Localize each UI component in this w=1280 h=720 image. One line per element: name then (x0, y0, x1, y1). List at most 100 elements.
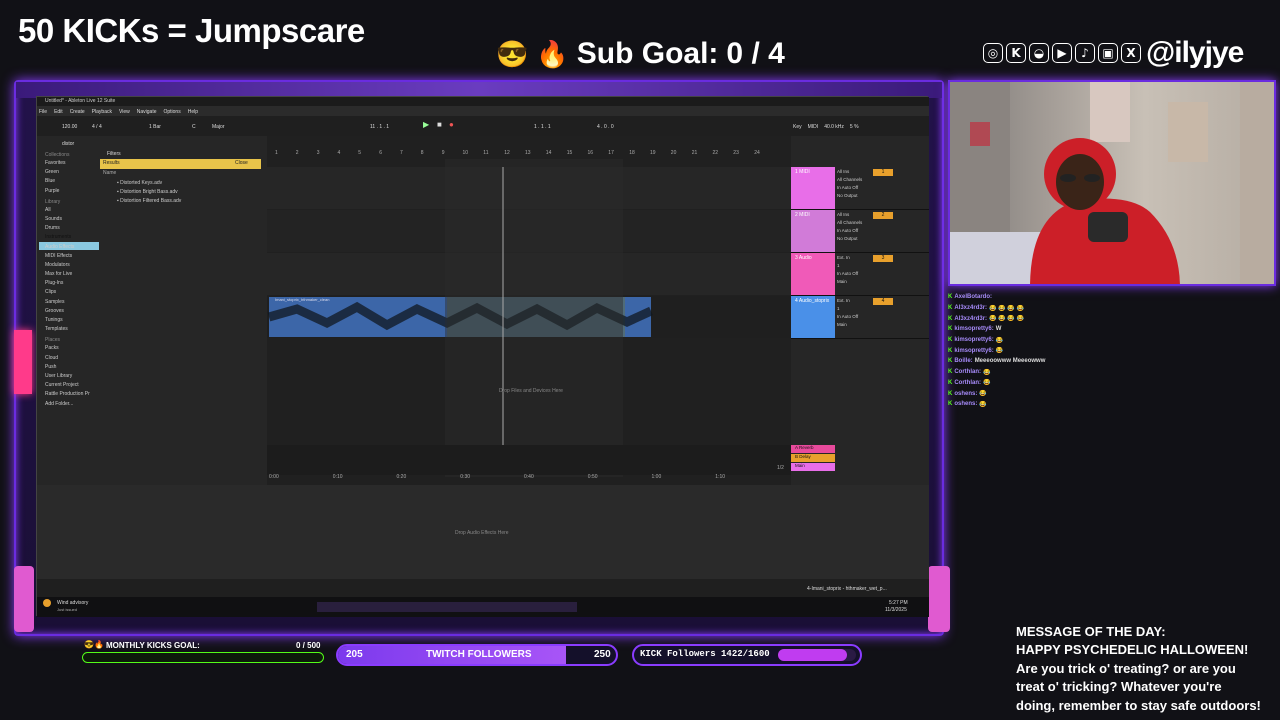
routing-field[interactable]: In Auto Off (837, 227, 862, 235)
track-number[interactable]: 4 (873, 298, 893, 305)
browser-item-grooves[interactable]: Grooves (45, 307, 99, 316)
chat-username[interactable]: Boille: (954, 358, 972, 364)
browser-item-favorites[interactable]: Favorites (45, 159, 99, 168)
filters-button[interactable]: Filters (107, 151, 121, 157)
track-color-chip[interactable]: 1 MIDI (791, 167, 835, 209)
tempo[interactable]: 120.00 (62, 124, 77, 130)
routing-field[interactable]: All Channels (837, 219, 862, 227)
track-color-chip[interactable]: 4 Audio_stoprix (791, 296, 835, 338)
routing-field[interactable]: All Ins (837, 168, 862, 176)
menu-item-file[interactable]: File (39, 109, 47, 115)
close-results-button[interactable]: Close (235, 160, 248, 166)
return-track[interactable]: A Reverb (791, 445, 929, 454)
browser-file[interactable]: ▪ Distortion Bright Bass.adv (117, 188, 181, 197)
track-header[interactable]: 4 Audio_stoprix Ext. In 1 In Auto Off Main 4 (791, 296, 929, 339)
weather-title[interactable]: Wind advisory (57, 600, 88, 606)
chat-username[interactable]: kimsopretty6: (954, 337, 993, 343)
menu-item-navigate[interactable]: Navigate (137, 109, 157, 115)
track-color-chip[interactable]: 3 Audio (791, 253, 835, 295)
chat-username[interactable]: Corthlan: (954, 380, 981, 386)
browser-search[interactable]: distor (62, 141, 74, 147)
top-right-item[interactable]: 5 % (850, 124, 859, 130)
return-track-name[interactable]: B Delay (791, 454, 835, 462)
track-name[interactable]: 1 MIDI (795, 169, 810, 175)
browser-item-user-library[interactable]: User Library (45, 372, 99, 381)
play-icon[interactable]: ▶ (423, 120, 433, 130)
return-track[interactable]: Main (791, 463, 929, 472)
browser-item-templates[interactable]: Templates (45, 325, 99, 334)
routing-field[interactable]: No Output (837, 192, 862, 200)
chat-username[interactable]: oshens: (954, 391, 977, 397)
return-track[interactable]: B Delay (791, 454, 929, 463)
track-header[interactable]: 3 Audio Ext. In 1 In Auto Off Main 3 (791, 253, 929, 296)
browser-item-all[interactable]: All (45, 206, 99, 215)
clip-name[interactable]: Imani_stoprix_hthmaker_clean (275, 297, 329, 302)
chat-username[interactable]: Corthlan: (954, 369, 981, 375)
track-color-chip[interactable]: 2 MIDI (791, 210, 835, 252)
track-name[interactable]: 4 Audio_stoprix (795, 298, 829, 304)
top-right-item[interactable]: Key (793, 124, 802, 130)
menu-item-edit[interactable]: Edit (54, 109, 63, 115)
menu-item-help[interactable]: Help (188, 109, 198, 115)
kick-icon[interactable]: K (1006, 43, 1026, 63)
return-track-name[interactable]: Main (791, 463, 835, 471)
top-right-item[interactable]: 40.0 kHz (824, 124, 844, 130)
twitch-icon[interactable]: ▣ (1098, 43, 1118, 63)
browser-item-audio-effects[interactable]: Audio Effects (45, 243, 99, 252)
browser-file[interactable]: ▪ Distortion Filtered Bass.adv (117, 197, 181, 206)
loop-length[interactable]: 4 . 0 . 0 (597, 124, 614, 130)
browser-item-push[interactable]: Push (45, 363, 99, 372)
browser-item-samples[interactable]: Samples (45, 298, 99, 307)
track-header[interactable]: 1 MIDI All Ins All Channels In Auto Off No O… (791, 167, 929, 210)
routing-field[interactable]: Main (837, 278, 858, 286)
browser-item-max-for-live[interactable]: Max for Live (45, 270, 99, 279)
chat-username[interactable]: kimsopretty6: (954, 326, 993, 332)
browser-item-instruments[interactable]: Instruments (45, 233, 99, 242)
browser-item-rattle-production-pr[interactable]: Rattle Production Pr (45, 390, 99, 399)
browser-item-clips[interactable]: Clips (45, 288, 99, 297)
routing-field[interactable]: No Output (837, 235, 862, 243)
return-track-name[interactable]: A Reverb (791, 445, 835, 453)
track-number[interactable]: 3 (873, 255, 893, 262)
menu-item-view[interactable]: View (119, 109, 130, 115)
snapchat-icon[interactable]: ◒ (1029, 43, 1049, 63)
track-name[interactable]: 3 Audio (795, 255, 812, 261)
browser-item-midi-effects[interactable]: MIDI Effects (45, 252, 99, 261)
routing-field[interactable]: All Ins (837, 211, 862, 219)
record-icon[interactable]: ● (449, 120, 454, 129)
track-name[interactable]: 2 MIDI (795, 212, 810, 218)
arrangement-ruler[interactable]: 1 2 3 4 5 6 7 8 9 10 11 12 13 14 15 16 17 18 19 20 21 22 23 24 (267, 150, 791, 158)
instagram-icon[interactable]: ◎ (983, 43, 1003, 63)
track-number[interactable]: 1 (873, 169, 893, 176)
routing-field[interactable]: In Auto Off (837, 313, 858, 321)
zoom-level[interactable]: 1/2 (777, 465, 784, 471)
browser-item-drums[interactable]: Drums (45, 224, 99, 233)
routing-field[interactable]: Ext. In (837, 297, 858, 305)
browser-item-add-folder-[interactable]: Add Folder... (45, 400, 99, 409)
quantize-bar[interactable]: 1 Bar (149, 124, 161, 130)
tiktok-icon[interactable]: ♪ (1075, 43, 1095, 63)
browser-item-sounds[interactable]: Sounds (45, 215, 99, 224)
browser-item-green[interactable]: Green (45, 168, 99, 177)
menu-item-options[interactable]: Options (163, 109, 180, 115)
loop-start[interactable]: 1 . 1 . 1 (534, 124, 551, 130)
youtube-icon[interactable]: ▶ (1052, 43, 1072, 63)
browser-item-packs[interactable]: Packs (45, 344, 99, 353)
signature[interactable]: 4 / 4 (92, 124, 102, 130)
routing-field[interactable]: All Channels (837, 176, 862, 184)
browser-item-purple[interactable]: Purple (45, 187, 99, 196)
track-number[interactable]: 2 (873, 212, 893, 219)
top-right-item[interactable]: MIDI (808, 124, 819, 130)
track-header[interactable]: 2 MIDI All Ins All Channels In Auto Off No O… (791, 210, 929, 253)
menu-item-create[interactable]: Create (70, 109, 85, 115)
x-icon[interactable]: X (1121, 43, 1141, 63)
browser-item-tunings[interactable]: Tunings (45, 316, 99, 325)
chat-username[interactable]: Al3xz4rd3r: (954, 316, 987, 322)
browser-item-cloud[interactable]: Cloud (45, 354, 99, 363)
browser-item-plug-ins[interactable]: Plug-Ins (45, 279, 99, 288)
scale[interactable]: Major (212, 124, 225, 130)
browser-file[interactable]: ▪ Distorted Keys.adv (117, 179, 181, 188)
chat-username[interactable]: kimsopretty6: (954, 348, 993, 354)
browser-item-blue[interactable]: Blue (45, 177, 99, 186)
routing-field[interactable]: 1 (837, 305, 858, 313)
